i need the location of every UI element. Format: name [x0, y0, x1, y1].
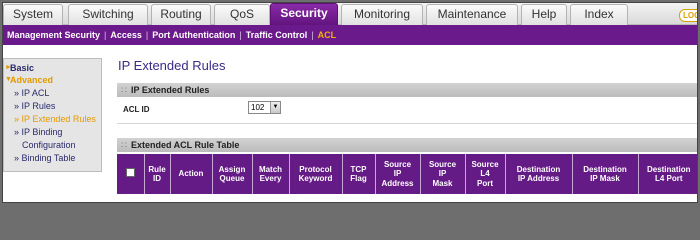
col-destination-ip-mask: Destination IP Mask — [572, 154, 639, 194]
select-all-header — [117, 154, 145, 194]
subnav-separator: | — [311, 30, 314, 40]
security-subnav: Management Security | Access | Port Authenti… — [3, 25, 697, 45]
tab-help[interactable]: Help — [521, 4, 567, 25]
main-tab-bar: System Switching Routing QoS Security Mo… — [3, 3, 697, 25]
grip-icon: ∷ — [121, 140, 127, 150]
sidebar: ► Basic ▼ Advanced » IP ACL » IP Rules »… — [3, 58, 102, 172]
tab-switching[interactable]: Switching — [68, 4, 148, 25]
tab-maintenance[interactable]: Maintenance — [426, 4, 518, 25]
col-tcp-flag: TCP Flag — [342, 154, 376, 194]
brand-logo: LOG — [679, 9, 697, 22]
subnav-separator: | — [239, 30, 242, 40]
col-destination-ip-address: Destination IP Address — [505, 154, 573, 194]
section-title: IP Extended Rules — [131, 85, 210, 95]
divider — [117, 123, 697, 124]
extended-acl-rule-table: Rule ID Action Assign Queue Match Every Pro… — [117, 154, 697, 194]
col-action: Action — [170, 154, 213, 194]
grip-icon: ∷ — [121, 85, 127, 95]
tab-index[interactable]: Index — [570, 4, 628, 25]
tab-monitoring[interactable]: Monitoring — [341, 4, 423, 25]
tab-routing[interactable]: Routing — [151, 4, 211, 25]
select-all-checkbox[interactable] — [125, 168, 135, 178]
sidebar-item-ip-extended-rules[interactable]: » IP Extended Rules — [14, 113, 96, 125]
subnav-traffic-control[interactable]: Traffic Control — [246, 25, 308, 45]
sidebar-item-ip-acl[interactable]: » IP ACL — [14, 87, 49, 99]
section-extended-acl-rule-table: ∷ Extended ACL Rule Table — [117, 138, 697, 152]
sidebar-item-binding-table[interactable]: » Binding Table — [14, 152, 75, 164]
col-assign-queue: Assign Queue — [212, 154, 253, 194]
col-rule-id: Rule ID — [144, 154, 171, 194]
section-title: Extended ACL Rule Table — [131, 140, 240, 150]
acl-id-label: ACL ID — [123, 105, 150, 114]
subnav-separator: | — [145, 30, 149, 40]
col-source-l4-port: Source L4 Port — [465, 154, 506, 194]
subnav-access[interactable]: Access — [110, 25, 142, 45]
sidebar-item-ip-binding[interactable]: » IP Binding — [14, 126, 62, 138]
acl-id-value: 102 — [251, 103, 265, 112]
section-ip-extended-rules: ∷ IP Extended Rules — [117, 83, 697, 97]
sidebar-basic[interactable]: Basic — [10, 62, 34, 74]
sidebar-item-ip-rules[interactable]: » IP Rules — [14, 100, 55, 112]
subnav-acl[interactable]: ACL — [318, 25, 337, 45]
tab-system[interactable]: System — [3, 4, 63, 25]
app-frame: System Switching Routing QoS Security Mo… — [2, 2, 698, 203]
sidebar-advanced[interactable]: Advanced — [10, 74, 53, 86]
col-source-ip-address: Source IP Address — [375, 154, 421, 194]
subnav-separator: | — [104, 30, 107, 40]
subnav-port-authentication[interactable]: Port Authentication — [152, 25, 235, 45]
chevron-down-icon[interactable]: ▼ — [270, 102, 280, 113]
tab-security[interactable]: Security — [270, 3, 338, 25]
col-source-ip-mask: Source IP Mask — [420, 154, 466, 194]
table-header-row: Rule ID Action Assign Queue Match Every Pro… — [117, 154, 697, 194]
subnav-management-security[interactable]: Management Security — [7, 25, 100, 45]
col-destination-l4-port: Destination L4 Port — [638, 154, 697, 194]
tab-qos[interactable]: QoS — [214, 4, 270, 25]
acl-id-select[interactable]: 102 ▼ — [248, 101, 281, 114]
col-match-every: Match Every — [252, 154, 290, 194]
page-title: IP Extended Rules — [118, 58, 226, 73]
sidebar-item-ip-binding-configuration[interactable]: Configuration — [22, 139, 76, 151]
col-protocol-keyword: Protocol Keyword — [289, 154, 343, 194]
